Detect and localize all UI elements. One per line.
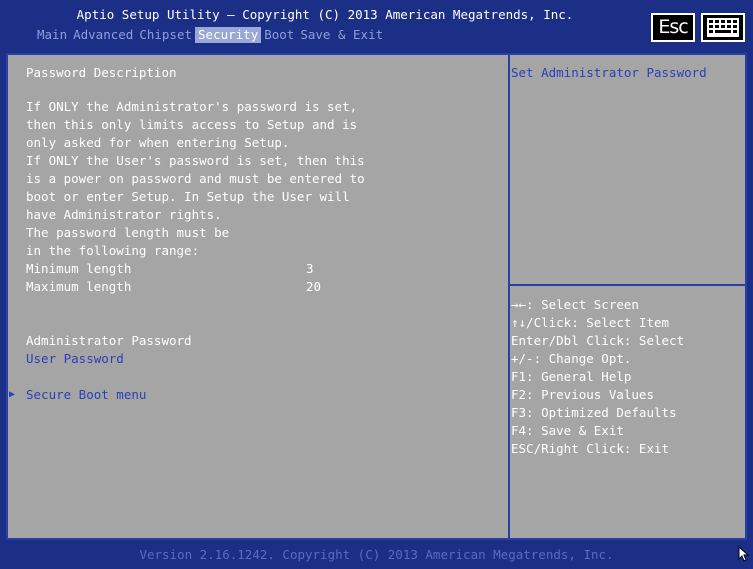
esc-icon[interactable]: Esc	[651, 13, 695, 42]
help-divider	[510, 284, 745, 286]
description-line: in the following range:	[26, 243, 200, 258]
user-password-item[interactable]: User Password	[26, 350, 124, 368]
tab-bar: Main Advanced Chipset Security Boot Save…	[34, 27, 386, 43]
footer-bar: Version 2.16.1242. Copyright (C) 2013 Am…	[0, 543, 753, 569]
header-bar: Aptio Setup Utility – Copyright (C) 2013…	[0, 0, 753, 44]
description-line: The password length must be	[26, 225, 230, 240]
key-help-f1: F1: General Help	[511, 369, 632, 384]
description-line: is a power on password and must be enter…	[26, 171, 365, 186]
tab-security[interactable]: Security	[195, 27, 262, 43]
description-line: If ONLY the User's password is set, then…	[26, 153, 365, 168]
description-line: then this only limits access to Setup an…	[26, 117, 358, 132]
tab-save-exit[interactable]: Save & Exit	[297, 27, 386, 43]
tab-advanced[interactable]: Advanced	[70, 27, 136, 43]
key-help-esc: ESC/Right Click: Exit	[511, 441, 670, 456]
setup-panel: Password Description If ONLY the Adminis…	[6, 53, 747, 540]
description-line: If ONLY the Administrator's password is …	[26, 99, 358, 114]
min-length-label: Minimum length	[26, 261, 132, 276]
secure-boot-menu-item[interactable]: Secure Boot menu	[26, 386, 146, 404]
version-text: Version 2.16.1242. Copyright (C) 2013 Am…	[139, 547, 614, 562]
tab-chipset[interactable]: Chipset	[136, 27, 195, 43]
submenu-arrow-icon: ▶	[9, 389, 16, 400]
help-panel: Set Administrator Password →←: Select Sc…	[510, 55, 745, 538]
key-help-enter: Enter/Dbl Click: Select	[511, 333, 685, 348]
app-title: Aptio Setup Utility – Copyright (C) 2013…	[76, 7, 574, 22]
item-help-text: Set Administrator Password	[511, 65, 707, 80]
key-help-select-screen: →←: Select Screen	[511, 297, 639, 312]
key-help-change-opt: +/-: Change Opt.	[511, 351, 632, 366]
settings-panel: Password Description If ONLY the Adminis…	[8, 55, 508, 538]
key-help-select-item: ↑↓/Click: Select Item	[511, 315, 670, 330]
administrator-password-item[interactable]: Administrator Password	[26, 332, 192, 350]
key-help-f2: F2: Previous Values	[511, 387, 654, 402]
min-length-value: 3	[306, 261, 314, 276]
description-line: have Administrator rights.	[26, 207, 222, 222]
description-line: only asked for when entering Setup.	[26, 135, 290, 150]
max-length-label: Maximum length	[26, 279, 132, 294]
section-title: Password Description	[26, 65, 177, 80]
key-help-f3: F3: Optimized Defaults	[511, 405, 677, 420]
max-length-value: 20	[306, 279, 322, 294]
tab-main[interactable]: Main	[34, 27, 70, 43]
tab-boot[interactable]: Boot	[261, 27, 297, 43]
key-help-f4: F4: Save & Exit	[511, 423, 624, 438]
mouse-cursor-icon	[738, 546, 750, 562]
keyboard-icon[interactable]	[701, 13, 745, 42]
description-line: boot or enter Setup. In Setup the User w…	[26, 189, 350, 204]
